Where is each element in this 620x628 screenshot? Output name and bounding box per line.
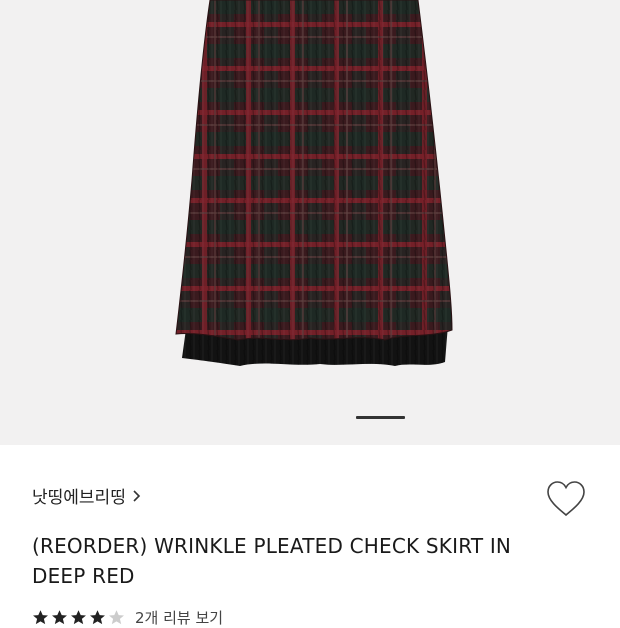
reviews-link[interactable]: 2개 리뷰 보기 [135, 607, 223, 628]
brand-link[interactable]: 낫띵에브리띵 [32, 483, 141, 508]
product-image-gallery[interactable] [0, 0, 620, 445]
rating-row: 2개 리뷰 보기 [32, 607, 223, 628]
star-empty-icon [109, 610, 124, 625]
chevron-right-icon [133, 489, 140, 502]
star-filled-icon [90, 610, 105, 625]
brand-name: 낫띵에브리띵 [32, 488, 126, 508]
star-filled-icon [71, 610, 86, 625]
product-info: 낫띵에브리띵 (REORDER) WRINKLE PLEATED CHECK S… [0, 445, 620, 627]
product-title: (REORDER) WRINKLE PLEATED CHECK SKIRT IN… [32, 534, 512, 588]
page-indicator [356, 416, 405, 419]
star-filled-icon [52, 610, 67, 625]
heart-outline-icon[interactable] [545, 480, 587, 518]
product-image [175, 0, 453, 366]
star-rating [32, 609, 125, 626]
star-filled-icon [33, 610, 48, 625]
